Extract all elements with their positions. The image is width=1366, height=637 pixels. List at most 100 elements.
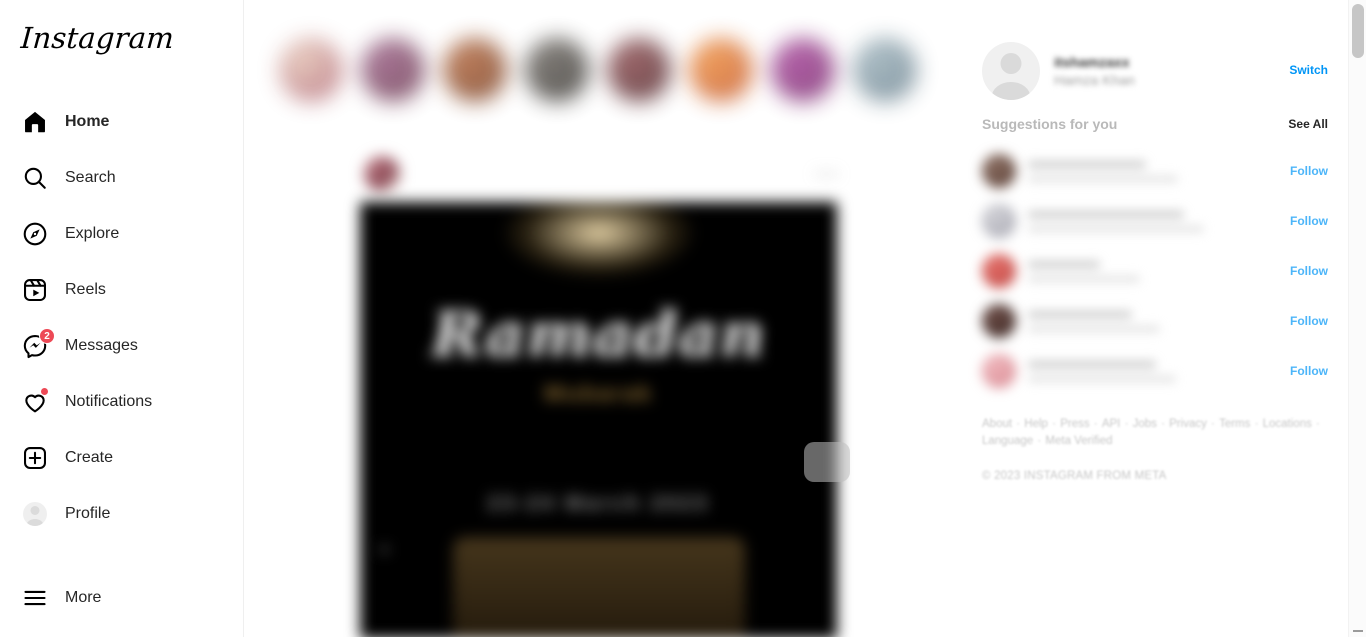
sidebar-item-label: Reels (65, 281, 106, 298)
scrollbar-thumb[interactable] (1352, 4, 1364, 58)
follow-button[interactable]: Follow (1290, 214, 1328, 228)
footer-link-press[interactable]: Press (1060, 418, 1089, 430)
footer-separator: · (1034, 435, 1045, 447)
sidebar-item-notifications[interactable]: Notifications (0, 374, 230, 430)
sidebar-item-label: Create (65, 449, 114, 466)
footer-link-terms[interactable]: Terms (1219, 418, 1250, 430)
footer-link-privacy[interactable]: Privacy (1169, 418, 1207, 430)
follow-button[interactable]: Follow (1290, 264, 1328, 278)
suggestion-username[interactable] (1028, 309, 1132, 319)
rail-footer: About · Help · Press · API · Jobs · Priv… (982, 416, 1322, 482)
media-subtitle-text: Mubarak (544, 380, 653, 406)
story-avatar[interactable] (772, 39, 834, 101)
sidebar-item-search[interactable]: Search (0, 150, 230, 206)
footer-separator: · (1312, 418, 1320, 430)
account-username[interactable]: itshamzaxx (1054, 53, 1135, 71)
sidebar-item-home[interactable]: Home (0, 94, 230, 150)
suggestion-text-block (1028, 209, 1204, 233)
footer-links: About · Help · Press · API · Jobs · Priv… (982, 416, 1322, 450)
sidebar-item-profile[interactable]: Profile (0, 486, 230, 542)
post-side-decoration (804, 442, 850, 482)
search-icon (22, 165, 48, 191)
heart-icon (22, 387, 49, 415)
media-glow-decoration (503, 202, 694, 278)
suggestion-avatar[interactable] (982, 354, 1016, 388)
suggestion-username[interactable] (1028, 159, 1146, 169)
suggestion-row: Follow (982, 296, 1328, 346)
footer-link-api[interactable]: API (1102, 418, 1121, 430)
feed-post: ••• Ramadan Mubarak 23-24 March 2023 (360, 146, 850, 637)
suggestion-text-block (1028, 309, 1160, 333)
footer-separator: · (1048, 418, 1060, 430)
suggestion-username[interactable] (1028, 359, 1156, 369)
scrollbar-down-arrow-icon[interactable] (1353, 630, 1363, 632)
media-dot-decoration (382, 547, 387, 552)
suggestion-text-block (1028, 159, 1178, 183)
sidebar-item-reels[interactable]: Reels (0, 262, 230, 318)
footer-link-help[interactable]: Help (1024, 418, 1048, 430)
post-options-icon[interactable]: ••• (815, 164, 840, 185)
suggestion-username[interactable] (1028, 259, 1100, 269)
messenger-icon: 2 (22, 328, 55, 359)
post-header: ••• (360, 146, 844, 202)
footer-link-jobs[interactable]: Jobs (1133, 418, 1157, 430)
footer-separator: · (1207, 418, 1219, 430)
home-icon (22, 109, 48, 135)
see-all-button[interactable]: See All (1288, 117, 1328, 131)
footer-separator: · (1090, 418, 1101, 430)
right-rail: itshamzaxx Hamza Khan Switch Suggestions… (962, 0, 1348, 637)
suggestions-header: Suggestions for you See All (982, 116, 1328, 132)
suggestion-avatar[interactable] (982, 304, 1016, 338)
story-avatar[interactable] (854, 39, 916, 101)
story-avatar[interactable] (280, 39, 342, 101)
sidebar-item-label: Notifications (65, 393, 153, 410)
sidebar-item-create[interactable]: Create (0, 430, 230, 486)
sidebar-item-label: Home (65, 113, 110, 130)
footer-link-meta-verified[interactable]: Meta Verified (1045, 435, 1112, 447)
suggestion-text-block (1028, 259, 1140, 283)
suggestion-username[interactable] (1028, 209, 1184, 219)
footer-separator: · (1157, 418, 1169, 430)
follow-button[interactable]: Follow (1290, 164, 1328, 178)
instagram-logo[interactable]: Instagram (20, 21, 175, 55)
suggestion-meta (1028, 324, 1160, 333)
sidebar-item-explore[interactable]: Explore (0, 206, 230, 262)
suggestion-meta (1028, 174, 1178, 183)
instagram-web-app: Instagram Home Search Explore Reels 2 Message… (0, 0, 1366, 637)
reels-icon (22, 277, 48, 303)
sidebar-nav: Home Search Explore Reels 2 Messages Notificat… (0, 94, 244, 542)
story-avatar[interactable] (608, 39, 670, 101)
footer-link-language[interactable]: Language (982, 435, 1033, 447)
profile-avatar-icon (22, 501, 48, 527)
follow-button[interactable]: Follow (1290, 314, 1328, 328)
switch-account-button[interactable]: Switch (1289, 63, 1328, 77)
story-avatar[interactable] (690, 39, 752, 101)
current-account-row: itshamzaxx Hamza Khan Switch (982, 42, 1328, 100)
post-media-image[interactable]: Ramadan Mubarak 23-24 March 2023 (360, 202, 837, 637)
footer-link-locations[interactable]: Locations (1263, 418, 1312, 430)
suggestion-avatar[interactable] (982, 204, 1016, 238)
story-avatar[interactable] (526, 39, 588, 101)
footer-link-about[interactable]: About (982, 418, 1012, 430)
suggestion-avatar[interactable] (982, 254, 1016, 288)
follow-button[interactable]: Follow (1290, 364, 1328, 378)
post-author-avatar[interactable] (364, 156, 400, 192)
media-date-text: 23-24 March 2023 (487, 492, 710, 515)
sidebar-item-messages[interactable]: 2 Messages (0, 318, 230, 374)
sidebar-item-label: Search (65, 169, 116, 186)
page-scrollbar[interactable] (1348, 0, 1366, 637)
sidebar-item-more[interactable]: More (0, 570, 230, 626)
copyright-text: © 2023 INSTAGRAM FROM META (982, 470, 1167, 482)
story-avatar[interactable] (444, 39, 506, 101)
suggestions-title: Suggestions for you (982, 116, 1118, 132)
account-text-block: itshamzaxx Hamza Khan (1054, 53, 1135, 90)
account-avatar[interactable] (982, 42, 1040, 100)
account-fullname: Hamza Khan (1054, 71, 1135, 88)
sidebar-item-label: More (65, 589, 102, 606)
suggestion-avatar[interactable] (982, 154, 1016, 188)
sidebar-item-label: Messages (65, 337, 138, 354)
footer-separator: · (1251, 418, 1262, 430)
stories-tray[interactable] (280, 14, 960, 126)
story-avatar[interactable] (362, 39, 424, 101)
compass-icon (22, 221, 48, 247)
